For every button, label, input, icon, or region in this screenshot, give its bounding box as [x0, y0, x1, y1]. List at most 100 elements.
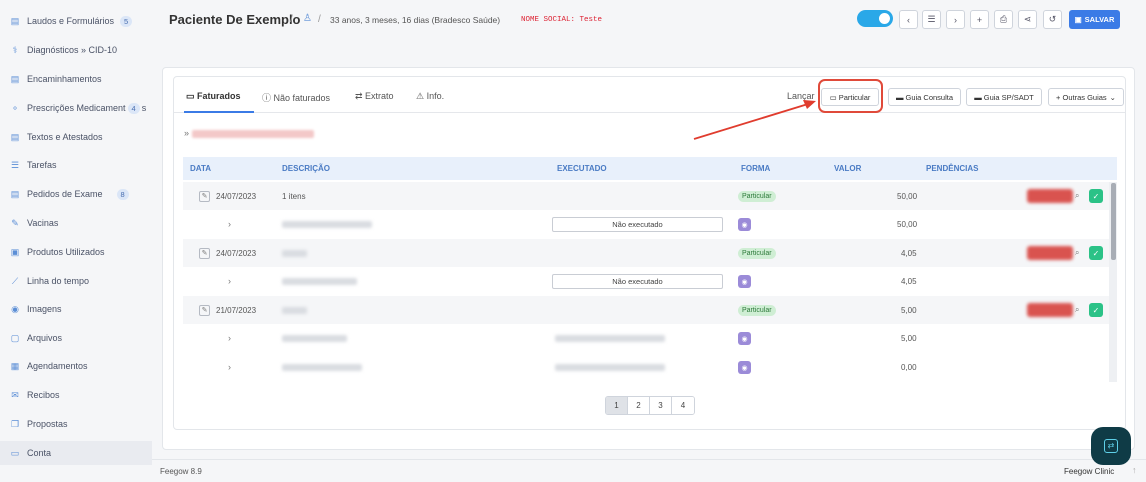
table-row: ✎ 24/07/2023 Particular 4,05 ⌕ ✓ — [183, 239, 1109, 267]
sidebar-item-agendamentos[interactable]: ▦ Agendamentos — [0, 355, 152, 377]
sidebar-item-encaminhamentos[interactable]: ▤ Encaminhamentos — [0, 68, 152, 90]
sidebar-item-label: Pedidos de Exame — [27, 189, 103, 199]
guia-sadt-button[interactable]: ▬ Guia SP/SADT — [966, 88, 1042, 106]
card-icon: ▬ — [895, 92, 904, 102]
table-header: DATA DESCRIÇÃO EXECUTADO FORMA VALOR PEN… — [183, 157, 1117, 180]
button-label: Guia Consulta — [905, 92, 954, 102]
page-2[interactable]: 2 — [628, 397, 650, 414]
attach-icon[interactable]: ✓ — [1089, 246, 1103, 260]
subrow-valor: 4,05 — [901, 277, 917, 286]
syringe-icon: ✎ — [11, 218, 19, 228]
executed-status[interactable]: Não executado — [552, 217, 723, 232]
sidebar-item-label: Imagens — [27, 304, 62, 314]
redacted-text — [282, 278, 357, 285]
page-1[interactable]: 1 — [606, 397, 628, 414]
breadcrumb-separator: / — [318, 14, 321, 25]
list-icon: ☰ — [10, 160, 20, 170]
sidebar-item-prescricoes[interactable]: ⚬ Prescrições Medicament 4 s — [0, 97, 152, 119]
row-date: 24/07/2023 — [216, 249, 257, 258]
table-row: ✎ 24/07/2023 1 itens Particular 50,00 ⌕ … — [183, 182, 1109, 210]
sidebar-item-diagnosticos[interactable]: ⚕ Diagnósticos » CID-10 — [0, 39, 152, 61]
edit-icon[interactable]: ✎ — [199, 305, 210, 316]
col-descricao: DESCRIÇÃO — [282, 164, 331, 173]
box-icon: ▣ — [10, 247, 20, 257]
executed-status[interactable]: Não executado — [552, 274, 723, 289]
sidebar-item-pedidos[interactable]: ▤ Pedidos de Exame 8 — [0, 183, 152, 205]
sidebar-item-conta[interactable]: ▭ Conta — [0, 441, 152, 465]
active-tab-indicator — [184, 111, 254, 113]
attach-icon[interactable]: ✓ — [1089, 189, 1103, 203]
subrow-valor: 50,00 — [897, 220, 918, 229]
sidebar-item-arquivos[interactable]: ▢ Arquivos — [0, 327, 152, 349]
add-icon[interactable]: + — [970, 10, 989, 29]
table-subrow: › Não executado ◉ 50,00 — [183, 210, 1109, 238]
tab-extrato[interactable]: ⇄ Extrato — [355, 91, 394, 102]
sidebar-item-produtos[interactable]: ▣ Produtos Utilizados — [0, 241, 152, 263]
sidebar: ▤ Laudos e Formulários 5 ⚕ Diagnósticos » C… — [0, 0, 152, 482]
chevron-down-icon: ⌄ — [1109, 92, 1116, 102]
next-icon[interactable]: › — [946, 10, 965, 29]
camera-icon: ◉ — [11, 304, 19, 314]
guia-consulta-button[interactable]: ▬ Guia Consulta — [888, 88, 961, 106]
calendar-icon: ▦ — [10, 361, 20, 371]
tab-bar: ▭ Faturados ⓘ Não faturados ⇄ Extrato ⚠ … — [174, 77, 1125, 113]
chevron-right-icon[interactable]: › — [228, 362, 231, 372]
sidebar-item-linha-tempo[interactable]: ⟋ Linha do tempo — [0, 270, 152, 292]
attach-icon[interactable]: ✓ — [1089, 303, 1103, 317]
sidebar-item-propostas[interactable]: ❐ Propostas — [0, 413, 152, 435]
redacted-text — [555, 335, 665, 342]
col-pendencias: PENDÊNCIAS — [926, 164, 979, 173]
page-4[interactable]: 4 — [672, 397, 694, 414]
edit-icon[interactable]: ✎ — [199, 248, 210, 259]
prev-icon[interactable]: ‹ — [899, 10, 918, 29]
camera-icon[interactable]: ◉ — [738, 332, 751, 345]
table-subrow: › ◉ 5,00 — [183, 324, 1109, 352]
sidebar-item-vacinas[interactable]: ✎ Vacinas — [0, 212, 152, 234]
history-icon[interactable]: ↺ — [1043, 10, 1062, 29]
view-toggle[interactable] — [857, 10, 893, 27]
zoom-icon[interactable]: ⌕ — [1075, 248, 1079, 258]
annotation-arrow — [693, 100, 816, 140]
stethoscope-icon: ⚕ — [12, 45, 18, 55]
forma-badge: Particular — [738, 248, 776, 259]
print-icon[interactable]: ⎙ — [994, 10, 1013, 29]
sidebar-item-label: Encaminhamentos — [27, 74, 102, 84]
sidebar-item-label: Produtos Utilizados — [27, 247, 105, 257]
sidebar-item-tarefas[interactable]: ☰ Tarefas — [0, 154, 152, 176]
sidebar-item-textos[interactable]: ▤ Textos e Atestados — [0, 126, 152, 148]
sidebar-item-imagens[interactable]: ◉ Imagens — [0, 298, 152, 320]
chevron-right-icon[interactable]: › — [228, 219, 231, 229]
sidebar-item-laudos[interactable]: ▤ Laudos e Formulários 5 — [0, 10, 152, 32]
tab-nao-faturados[interactable]: ⓘ Não faturados — [262, 91, 330, 104]
breadcrumb-separator: / — [290, 14, 293, 25]
row-date: 21/07/2023 — [216, 306, 257, 315]
file-icon: ▢ — [10, 333, 20, 343]
chevron-right-icon[interactable]: › — [228, 276, 231, 286]
camera-icon[interactable]: ◉ — [738, 361, 751, 374]
camera-icon[interactable]: ◉ — [738, 275, 751, 288]
page-3[interactable]: 3 — [650, 397, 672, 414]
scrollbar-thumb[interactable] — [1111, 183, 1116, 260]
zoom-icon[interactable]: ⌕ — [1075, 191, 1079, 201]
save-button[interactable]: ▣ SALVAR — [1069, 10, 1120, 29]
footer: Feegow 8.9 Feegow Clinic ↑ — [152, 459, 1146, 482]
sidebar-item-label: Vacinas — [27, 218, 59, 228]
sidebar-item-label: Prescrições Medicament — [27, 103, 126, 113]
tab-faturados[interactable]: ▭ Faturados — [186, 91, 241, 102]
camera-icon[interactable]: ◉ — [738, 218, 751, 231]
outras-guias-dropdown[interactable]: + Outras Guias ⌄ — [1048, 88, 1124, 106]
share-icon[interactable]: ⋖ — [1018, 10, 1037, 29]
user-icon[interactable]: ♙ — [303, 13, 312, 24]
zoom-icon[interactable]: ⌕ — [1075, 305, 1079, 315]
tab-info[interactable]: ⚠ Info. — [416, 91, 444, 102]
tab-label: Info. — [426, 91, 445, 101]
chat-widget-button[interactable]: ⇄ — [1091, 427, 1131, 465]
chevron-right-icon[interactable]: › — [228, 333, 231, 343]
arrow-up-icon[interactable]: ↑ — [1132, 465, 1137, 475]
header: Paciente De Exemplo / ♙ / 33 anos, 3 mes… — [152, 0, 1146, 42]
sidebar-item-label: Tarefas — [27, 160, 57, 170]
edit-icon[interactable]: ✎ — [199, 191, 210, 202]
pagination: 1 2 3 4 — [605, 396, 695, 415]
sidebar-item-recibos[interactable]: ✉ Recibos — [0, 384, 152, 406]
list-icon[interactable]: ☰ — [922, 10, 941, 29]
